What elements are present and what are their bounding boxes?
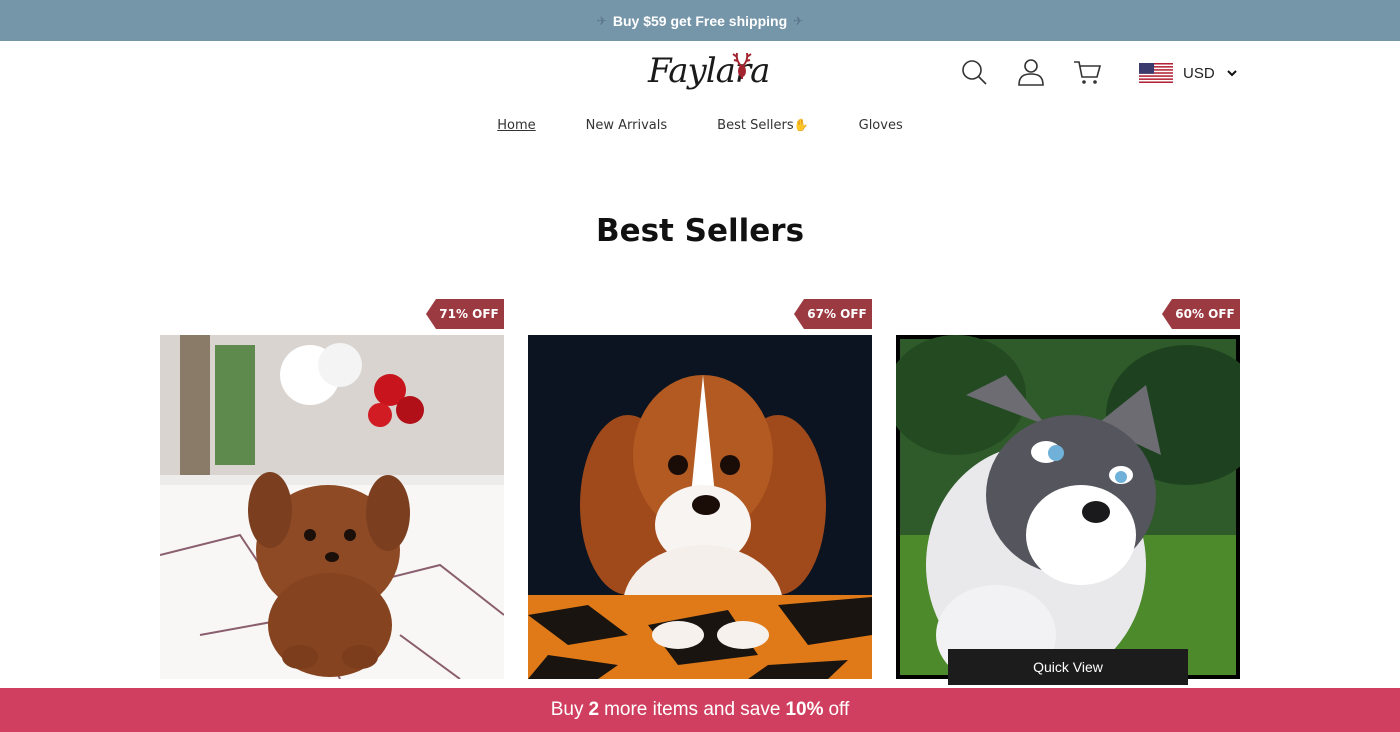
product-image[interactable] — [160, 335, 504, 679]
promo-percent: 10% — [785, 699, 824, 720]
cart-icon[interactable] — [1072, 57, 1102, 87]
nav-item-home[interactable]: Home — [497, 118, 535, 140]
chevron-down-icon — [1226, 70, 1237, 77]
us-flag-icon — [1139, 63, 1173, 83]
discount-badge: 71% OFF — [426, 299, 504, 329]
quick-view-button[interactable]: Quick View — [948, 649, 1188, 685]
nav-item-new-arrivals[interactable]: New Arrivals — [586, 118, 668, 140]
deer-icon — [732, 52, 752, 79]
product-card: 60% OFF Quick View — [896, 299, 1240, 689]
currency-selector[interactable]: USD — [1139, 60, 1237, 86]
promo-suffix: off — [828, 699, 850, 720]
discount-badge: 60% OFF — [1162, 299, 1240, 329]
discount-badge: 67% OFF — [794, 299, 872, 329]
site-header: Faylara USD — [0, 41, 1400, 111]
promo-bar[interactable]: Buy 2 more items and save 10% off — [0, 688, 1400, 732]
nav-item-label: Best Sellers — [717, 118, 794, 133]
nav-item-gloves[interactable]: Gloves — [859, 118, 903, 140]
nav-item-best-sellers[interactable]: Best Sellers✋ — [717, 118, 808, 140]
airplane-icon: ✈ — [793, 13, 804, 28]
main-nav: Home New Arrivals Best Sellers✋ Gloves — [0, 118, 1400, 140]
currency-label: USD — [1183, 64, 1215, 82]
hand-emoji: ✋ — [793, 118, 809, 132]
account-icon[interactable] — [1016, 57, 1046, 87]
promo-middle: more items and save — [604, 699, 781, 720]
announcement-text: Buy $59 get Free shipping — [612, 12, 788, 29]
section-title: Best Sellers — [595, 213, 805, 249]
airplane-icon: ✈ — [596, 13, 607, 28]
product-card: 71% OFF — [160, 299, 504, 689]
announcement-bar: ✈ Buy $59 get Free shipping ✈ — [0, 0, 1400, 41]
product-image[interactable] — [528, 335, 872, 679]
site-logo[interactable]: Faylara — [648, 45, 770, 105]
promo-count: 2 — [588, 699, 600, 720]
promo-prefix: Buy — [550, 699, 584, 720]
product-image[interactable] — [896, 335, 1240, 679]
search-icon[interactable] — [959, 57, 989, 87]
product-card: 67% OFF — [528, 299, 872, 689]
